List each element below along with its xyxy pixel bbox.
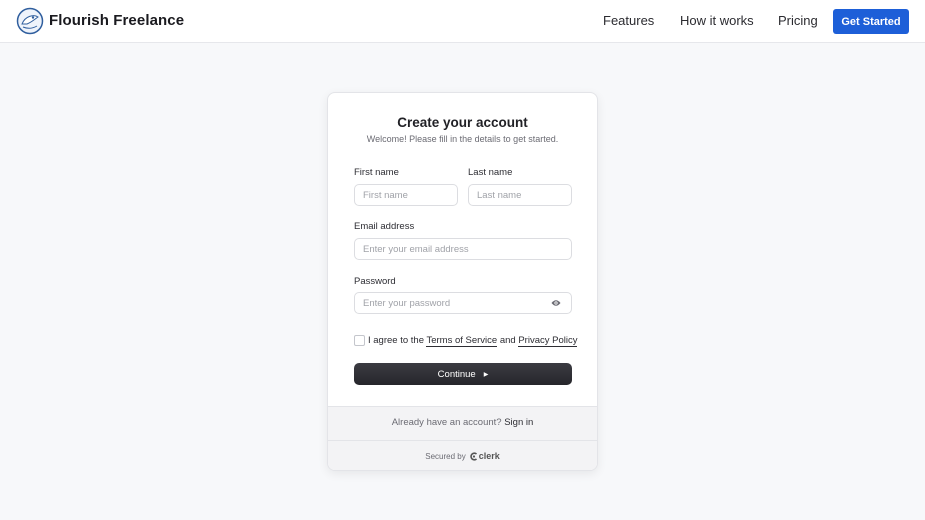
password-placeholder: Enter your password bbox=[363, 297, 451, 309]
nav-link-how-it-works[interactable]: How it works bbox=[680, 13, 754, 28]
already-have-account-text: Already have an account? bbox=[391, 417, 502, 428]
continue-label: Continue bbox=[437, 368, 476, 380]
clerk-logo-icon bbox=[469, 451, 477, 461]
card-subtitle: Welcome! Please fill in the details to g… bbox=[366, 134, 559, 144]
first-name-label: First name bbox=[354, 167, 399, 178]
email-label: Email address bbox=[354, 221, 415, 232]
terms-prefix: I agree to the bbox=[368, 335, 424, 346]
last-name-label: Last name bbox=[468, 167, 513, 178]
footer-divider bbox=[328, 440, 597, 441]
brand-name[interactable]: Flourish Freelance bbox=[49, 12, 184, 29]
nav-link-pricing[interactable]: Pricing bbox=[778, 13, 818, 28]
card-title: Create your account bbox=[397, 115, 528, 130]
play-arrow-icon: ▶ bbox=[483, 371, 489, 378]
password-label: Password bbox=[354, 276, 396, 287]
clerk-logo[interactable]: clerk bbox=[469, 451, 500, 461]
privacy-policy-link[interactable]: Privacy Policy bbox=[518, 335, 578, 347]
terms-of-service-link[interactable]: Terms of Service bbox=[426, 335, 498, 347]
clerk-logo-text: clerk bbox=[478, 451, 500, 461]
terms-checkbox[interactable] bbox=[354, 335, 365, 346]
top-navbar: Flourish Freelance Features How it works… bbox=[0, 0, 925, 43]
secured-by-row: Secured by clerk bbox=[328, 451, 597, 461]
signup-card: Create your account Welcome! Please fill… bbox=[327, 92, 598, 471]
nav-link-features[interactable]: Features bbox=[603, 13, 654, 28]
get-started-button[interactable]: Get Started bbox=[833, 9, 909, 34]
continue-button[interactable]: Continue ▶ bbox=[354, 363, 572, 385]
card-footer: Already have an account? Sign in Secured… bbox=[328, 406, 597, 470]
first-name-input[interactable]: First name bbox=[354, 184, 458, 206]
email-input[interactable]: Enter your email address bbox=[354, 238, 572, 260]
secured-by-text: Secured by bbox=[425, 451, 466, 461]
brand-logo-icon[interactable] bbox=[16, 7, 44, 35]
signin-row: Already have an account? Sign in bbox=[328, 417, 597, 428]
last-name-input[interactable]: Last name bbox=[468, 184, 572, 206]
terms-and: and bbox=[499, 335, 516, 346]
password-input[interactable]: Enter your password bbox=[354, 292, 572, 314]
show-password-eye-icon[interactable] bbox=[551, 299, 561, 307]
sign-in-link[interactable]: Sign in bbox=[504, 417, 533, 428]
terms-text: I agree to the Terms of Service and Priv… bbox=[368, 335, 578, 347]
